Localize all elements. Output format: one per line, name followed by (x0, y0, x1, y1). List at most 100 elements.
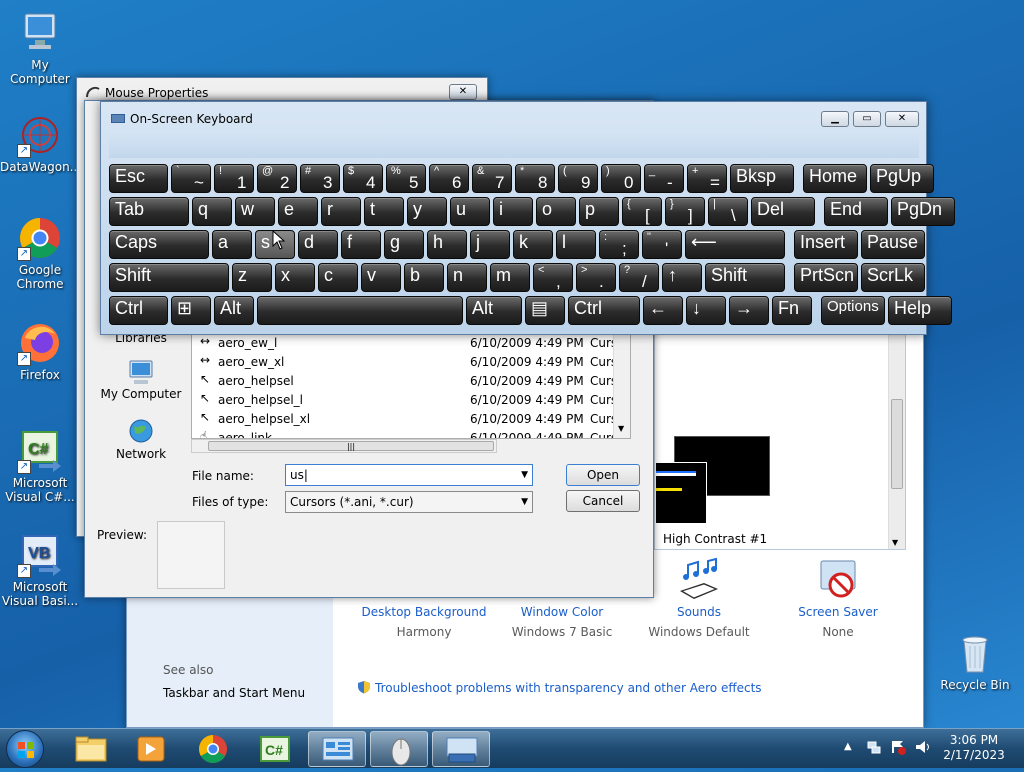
key-r[interactable]: r (321, 197, 361, 226)
key-symbol-1-13[interactable]: | \ (708, 197, 748, 226)
file-list[interactable]: ↔ aero_ew_l 6/10/2009 4:49 PM Cursor ↔ a… (191, 333, 631, 439)
file-row[interactable]: ↖ aero_helpsel_l 6/10/2009 4:49 PM Curso… (192, 391, 630, 410)
scroll-thumb[interactable]: ||| (208, 441, 494, 451)
key-7[interactable]: & 7 (472, 164, 512, 193)
close-button[interactable]: ✕ (449, 84, 477, 100)
key-symbol-4-9[interactable]: → (729, 296, 769, 325)
nav-my-computer[interactable]: My Computer (97, 359, 185, 401)
key-end[interactable]: End (824, 197, 888, 226)
key-a[interactable]: a (212, 230, 252, 259)
key-t[interactable]: t (364, 197, 404, 226)
file-row[interactable]: ↖ aero_helpsel_xl 6/10/2009 4:49 PM Curs… (192, 410, 630, 429)
key-del[interactable]: Del (751, 197, 815, 226)
key-ctrl[interactable]: Ctrl (568, 296, 640, 325)
key-shift[interactable]: Shift (109, 263, 229, 292)
key-d[interactable]: d (298, 230, 338, 259)
key-y[interactable]: y (407, 197, 447, 226)
key-w[interactable]: w (235, 197, 275, 226)
clock[interactable]: 3:06 PM 2/17/2023 (936, 733, 1012, 762)
files-of-type-select[interactable]: Cursors (*.ani, *.cur) ▼ (285, 491, 533, 513)
key-symbol-3-9[interactable]: >. (576, 263, 616, 292)
desktop-icon-visual-basic[interactable]: VB ↗ Microsoft Visual Basi... (0, 532, 80, 608)
scroll-thumb[interactable] (891, 399, 903, 489)
key-scrlk[interactable]: ScrLk (861, 263, 925, 292)
key-alt[interactable]: Alt (214, 296, 254, 325)
taskbar-chrome[interactable] (184, 731, 242, 767)
scroll-down-icon[interactable]: ▼ (618, 424, 624, 433)
show-hidden-icons-button[interactable]: ▲ (844, 741, 852, 752)
key-0[interactable]: ) 0 (601, 164, 641, 193)
start-button[interactable] (6, 730, 44, 768)
key-symbol-3-10[interactable]: ? / (619, 263, 659, 292)
key-b[interactable]: b (404, 263, 444, 292)
troubleshoot-link[interactable]: Troubleshoot problems with transparency … (357, 680, 762, 695)
key-symbol-3-8[interactable]: <, (533, 263, 573, 292)
key-h[interactable]: h (427, 230, 467, 259)
key-j[interactable]: j (470, 230, 510, 259)
key-symbol-4-5[interactable]: ▤ (525, 296, 565, 325)
key-insert[interactable]: Insert (794, 230, 858, 259)
desktop-icon-visual-csharp[interactable]: C# ↗ Microsoft Visual C#... (0, 428, 80, 504)
file-name-input[interactable]: us| ▼ (285, 464, 533, 486)
key-k[interactable]: k (513, 230, 553, 259)
file-row[interactable]: ↖ aero_helpsel 6/10/2009 4:49 PM Cursor (192, 372, 630, 391)
key-p[interactable]: p (579, 197, 619, 226)
list-horizontal-scrollbar[interactable]: ||| (191, 439, 497, 453)
key-9[interactable]: (9 (558, 164, 598, 193)
list-vertical-scrollbar[interactable]: ▼ (613, 334, 630, 438)
key-symbol-3-11[interactable]: ↑ (662, 263, 702, 292)
taskbar-visual-csharp[interactable]: C# (246, 731, 304, 767)
action-center-icon[interactable] (890, 739, 906, 755)
key-symbol-2-10[interactable]: :; (599, 230, 639, 259)
taskbar-control-panel[interactable] (308, 731, 366, 767)
key-symbol-4-1[interactable]: ⊞ (171, 296, 211, 325)
key-esc[interactable]: Esc (109, 164, 168, 193)
key-m[interactable]: m (490, 263, 530, 292)
key-tab[interactable]: Tab (109, 197, 189, 226)
key-n[interactable]: n (447, 263, 487, 292)
theme-list-scrollbar[interactable]: ▼ (888, 331, 905, 549)
theme-preview-high-contrast[interactable] (655, 436, 775, 526)
key-shift[interactable]: Shift (705, 263, 785, 292)
taskbar-mouse-properties[interactable] (370, 731, 428, 767)
minimize-button[interactable]: ▁ (821, 111, 849, 127)
key-pgup[interactable]: PgUp (870, 164, 934, 193)
desktop-icon-firefox[interactable]: ↗ Firefox (0, 320, 80, 382)
key-q[interactable]: q (192, 197, 232, 226)
desktop-icon-my-computer[interactable]: My Computer (0, 10, 80, 86)
key-fn[interactable]: Fn (772, 296, 812, 325)
file-row[interactable]: ↔ aero_ew_l 6/10/2009 4:49 PM Cursor (192, 334, 630, 353)
network-icon[interactable] (866, 739, 882, 755)
key-help[interactable]: Help (888, 296, 952, 325)
key-5[interactable]: % 5 (386, 164, 426, 193)
key-o[interactable]: o (536, 197, 576, 226)
taskbar-media-player[interactable] (122, 731, 180, 767)
volume-icon[interactable] (914, 739, 932, 755)
key-u[interactable]: u (450, 197, 490, 226)
desktop-icon-datawagon[interactable]: ↗ DataWagon... (0, 112, 81, 174)
maximize-button[interactable]: ▭ (853, 111, 881, 127)
scroll-down-icon[interactable]: ▼ (892, 538, 898, 547)
key-v[interactable]: v (361, 263, 401, 292)
key-pause[interactable]: Pause (861, 230, 925, 259)
screen-saver-item[interactable]: Screen Saver None (763, 560, 913, 639)
file-row[interactable]: ↔ aero_ew_xl 6/10/2009 4:49 PM Cursor (192, 353, 630, 372)
key-space[interactable] (257, 296, 463, 325)
key-alt[interactable]: Alt (466, 296, 522, 325)
key-2[interactable]: @2 (257, 164, 297, 193)
cancel-button[interactable]: Cancel (566, 490, 640, 512)
key-1[interactable]: ! 1 (214, 164, 254, 193)
key-c[interactable]: c (318, 263, 358, 292)
taskbar-start-menu-link[interactable]: Taskbar and Start Menu (163, 686, 305, 700)
chevron-down-icon[interactable]: ▼ (521, 465, 528, 485)
key-symbol-1-12[interactable]: }] (665, 197, 705, 226)
key-prtscn[interactable]: PrtScn (794, 263, 858, 292)
key-symbol-2-11[interactable]: " ' (642, 230, 682, 259)
key-caps[interactable]: Caps (109, 230, 209, 259)
key-symbol-4-8[interactable]: ↓ (686, 296, 726, 325)
taskbar-on-screen-keyboard[interactable] (432, 731, 490, 767)
key-l[interactable]: l (556, 230, 596, 259)
close-button[interactable]: ✕ (885, 111, 919, 127)
key-symbol-4-7[interactable]: ← (643, 296, 683, 325)
key-symbol-0-1[interactable]: ` ~ (171, 164, 211, 193)
